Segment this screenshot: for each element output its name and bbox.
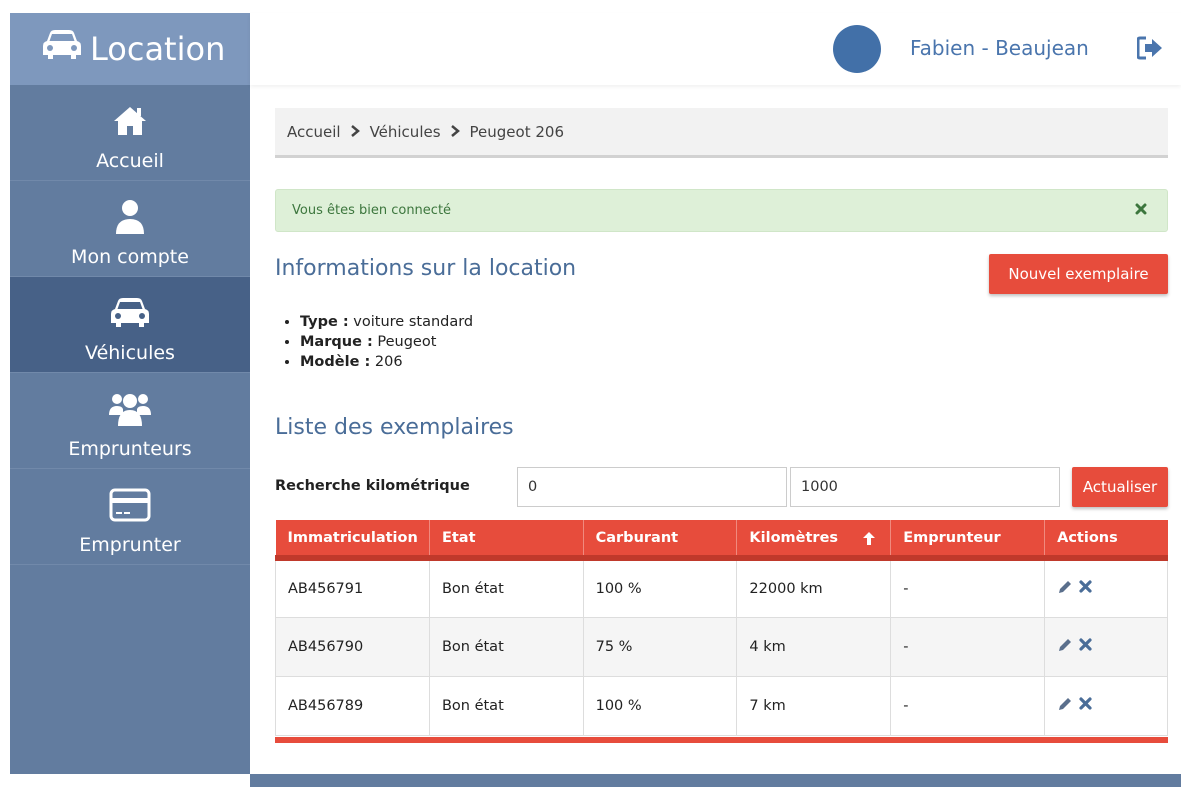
column-header: Actions: [1044, 520, 1168, 561]
cell-borrower: -: [890, 616, 1046, 677]
cell-fuel: 75 %: [582, 616, 738, 677]
sidebar-item-label: Véhicules: [85, 342, 175, 364]
edit-icon[interactable]: [1057, 696, 1073, 716]
sidebar-item-accueil[interactable]: Accueil: [10, 85, 250, 181]
table-row: AB456791 Bon état 100 % 22000 km -: [275, 557, 1168, 618]
table-footer-bar: [275, 737, 1168, 743]
edit-icon[interactable]: [1057, 637, 1073, 657]
sidebar-item-emprunter[interactable]: Emprunter: [10, 469, 250, 565]
sidebar-item-emprunteurs[interactable]: Emprunteurs: [10, 373, 250, 469]
chevron-right-icon: [450, 123, 460, 141]
sign-out-icon[interactable]: [1136, 36, 1163, 64]
top-bar: Fabien - Beaujean: [250, 13, 1181, 85]
breadcrumb-item-current: Peugeot 206: [469, 122, 564, 141]
column-header[interactable]: Emprunteur: [890, 520, 1046, 561]
table-header-row: Immatriculation Etat Carburant Kilomètre…: [275, 520, 1168, 561]
refresh-button[interactable]: Actualiser: [1072, 467, 1168, 507]
success-alert: Vous êtes bien connecté: [275, 189, 1168, 232]
delete-icon[interactable]: [1079, 638, 1092, 655]
column-header[interactable]: Carburant: [583, 520, 738, 561]
cell-state: Bon état: [428, 675, 584, 736]
car-icon: [110, 293, 150, 333]
delete-icon[interactable]: [1079, 580, 1092, 597]
info-list: Type : voiture standard Marque : Peugeot…: [300, 312, 473, 372]
user-icon: [115, 197, 145, 237]
search-label: Recherche kilométrique: [275, 478, 470, 494]
column-header[interactable]: Immatriculation: [275, 520, 430, 561]
cell-actions: [1044, 675, 1168, 736]
list-item: Type : voiture standard: [300, 312, 473, 332]
app-title: Location: [90, 30, 226, 68]
list-title: Liste des exemplaires: [275, 415, 514, 440]
chevron-right-icon: [350, 123, 360, 141]
cell-fuel: 100 %: [582, 675, 738, 736]
cell-actions: [1044, 557, 1168, 618]
breadcrumb: Accueil Véhicules Peugeot 206: [275, 108, 1168, 158]
info-title: Informations sur la location: [275, 256, 577, 281]
list-item: Modèle : 206: [300, 352, 473, 372]
users-icon: [108, 389, 152, 429]
avatar[interactable]: [833, 25, 881, 73]
car-icon: [42, 29, 90, 69]
cell-borrower: -: [890, 675, 1046, 736]
breadcrumb-item-vehicules[interactable]: Véhicules: [370, 123, 441, 141]
km-min-input[interactable]: [517, 467, 787, 507]
cell-plate: AB456791: [275, 557, 430, 618]
close-icon[interactable]: [1135, 203, 1147, 219]
list-item: Marque : Peugeot: [300, 332, 473, 352]
column-header[interactable]: Etat: [429, 520, 584, 561]
credit-card-icon: [109, 485, 151, 525]
sidebar: Location Accueil Mon compte Véhicules Em…: [10, 13, 250, 774]
cell-km: 7 km: [736, 675, 892, 736]
page-margin: [0, 0, 10, 787]
table-row: AB456790 Bon état 75 % 4 km -: [275, 616, 1168, 677]
delete-icon[interactable]: [1079, 697, 1092, 714]
cell-state: Bon état: [428, 557, 584, 618]
cell-km: 22000 km: [736, 557, 892, 618]
footer-bar: [250, 774, 1181, 787]
home-icon: [113, 101, 147, 141]
sidebar-item-mon-compte[interactable]: Mon compte: [10, 181, 250, 277]
sidebar-item-label: Emprunter: [79, 534, 181, 556]
edit-icon[interactable]: [1057, 579, 1073, 599]
username[interactable]: Fabien - Beaujean: [910, 36, 1089, 60]
column-header-sorted[interactable]: Kilomètres: [736, 520, 892, 561]
new-copy-button[interactable]: Nouvel exemplaire: [989, 254, 1168, 294]
alert-message: Vous êtes bien connecté: [292, 203, 452, 218]
breadcrumb-item-accueil[interactable]: Accueil: [287, 123, 341, 141]
cell-plate: AB456790: [275, 616, 430, 677]
cell-actions: [1044, 616, 1168, 677]
sidebar-item-label: Accueil: [96, 150, 164, 172]
cell-state: Bon état: [428, 616, 584, 677]
km-max-input[interactable]: [790, 467, 1060, 507]
arrow-up-icon: [862, 531, 876, 550]
sidebar-item-vehicules[interactable]: Véhicules: [10, 277, 250, 373]
copies-table: Immatriculation Etat Carburant Kilomètre…: [275, 520, 1168, 736]
table-row: AB456789 Bon état 100 % 7 km -: [275, 675, 1168, 736]
cell-km: 4 km: [736, 616, 892, 677]
sidebar-item-label: Mon compte: [71, 246, 189, 268]
sidebar-item-label: Emprunteurs: [68, 438, 192, 460]
cell-borrower: -: [890, 557, 1046, 618]
cell-plate: AB456789: [275, 675, 430, 736]
cell-fuel: 100 %: [582, 557, 738, 618]
brand[interactable]: Location: [10, 13, 250, 85]
